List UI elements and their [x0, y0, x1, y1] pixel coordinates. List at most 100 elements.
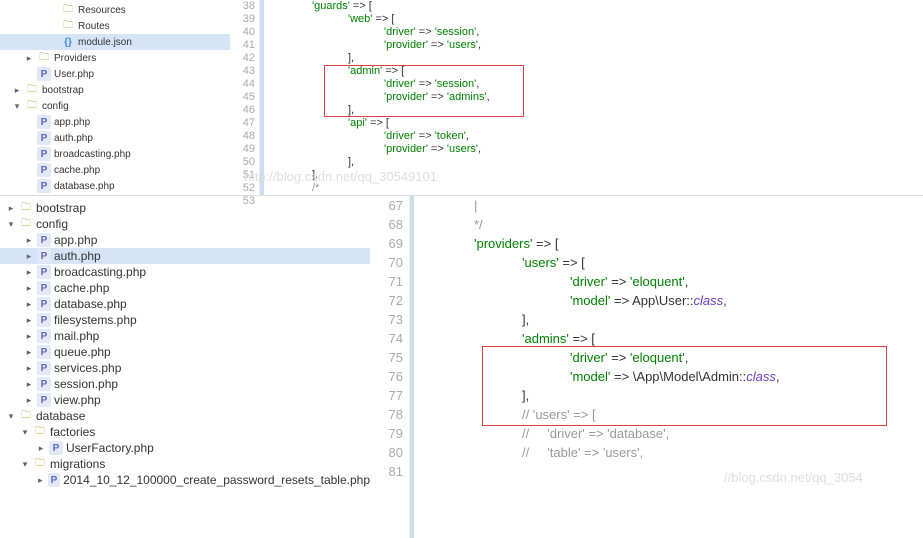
code-line[interactable]: 'provider' => 'users',: [276, 39, 923, 52]
tree-item[interactable]: ▾🗀config: [0, 216, 370, 232]
chevron-icon: ▸: [24, 283, 34, 294]
tree-item[interactable]: ▸Pdatabase.php: [0, 296, 370, 312]
line-number: 72: [376, 291, 403, 310]
tree-item[interactable]: 🗀Routes: [0, 18, 230, 34]
tree-item[interactable]: ▸🗀bootstrap: [0, 82, 230, 98]
code-line[interactable]: |: [426, 196, 923, 215]
tree-item[interactable]: ▾🗀config: [0, 98, 230, 114]
line-number: 80: [376, 443, 403, 462]
tree-item[interactable]: Pdatabase.php: [0, 178, 230, 194]
chevron-icon: ▸: [24, 363, 34, 374]
line-number: 39: [234, 13, 255, 26]
code-line[interactable]: 'driver' => 'eloquent',: [426, 272, 923, 291]
tree-item[interactable]: PUser.php: [0, 66, 230, 82]
line-number: 74: [376, 329, 403, 348]
tree-item-label: module.json: [78, 37, 132, 48]
chevron-icon: ▾: [6, 411, 16, 422]
tree-item[interactable]: ▾🗀factories: [0, 424, 370, 440]
editor-top[interactable]: 38394041424344454647484950515253 'guards…: [230, 0, 923, 195]
code-line[interactable]: 'driver' => 'session',: [276, 78, 923, 91]
code-line[interactable]: ],: [276, 104, 923, 117]
code-line[interactable]: 'api' => [: [276, 117, 923, 130]
tree-item[interactable]: ▸Pqueue.php: [0, 344, 370, 360]
gutter-bottom: 676869707172737475767778798081: [370, 196, 410, 538]
code-bottom[interactable]: |*/'providers' => ['users' => ['driver' …: [410, 196, 923, 538]
tree-item[interactable]: ▾🗀migrations: [0, 456, 370, 472]
tree-item[interactable]: Pauth.php: [0, 130, 230, 146]
php-file-icon: P: [37, 249, 51, 263]
line-number: 42: [234, 52, 255, 65]
code-line[interactable]: 'users' => [: [426, 253, 923, 272]
code-line[interactable]: 'model' => \App\Model\Admin::class,: [426, 367, 923, 386]
code-line[interactable]: ],: [276, 156, 923, 169]
code-line[interactable]: // 'users' => [: [426, 405, 923, 424]
tree-item[interactable]: ▸🗀bootstrap: [0, 200, 370, 216]
code-line[interactable]: 'providers' => [: [426, 234, 923, 253]
code-line[interactable]: */: [426, 215, 923, 234]
file-tree-bottom[interactable]: ▸🗀bootstrap▾🗀config▸Papp.php▸Pauth.php▸P…: [0, 196, 370, 538]
code-line[interactable]: 'model' => App\User::class,: [426, 291, 923, 310]
code-line[interactable]: ],: [276, 52, 923, 65]
code-line[interactable]: 'admins' => [: [426, 329, 923, 348]
line-number: 43: [234, 65, 255, 78]
tree-item[interactable]: ▸Pbroadcasting.php: [0, 264, 370, 280]
tree-item[interactable]: ▾🗀database: [0, 408, 370, 424]
php-file-icon: P: [37, 163, 51, 177]
tree-item[interactable]: Pcache.php: [0, 162, 230, 178]
code-line[interactable]: 'driver' => 'token',: [276, 130, 923, 143]
php-file-icon: P: [37, 67, 51, 81]
line-number: 45: [234, 91, 255, 104]
line-number: 53: [234, 195, 255, 208]
code-line[interactable]: 'guards' => [: [276, 0, 923, 13]
tree-item[interactable]: ▸Pview.php: [0, 392, 370, 408]
tree-item-label: app.php: [54, 233, 97, 247]
line-number: 75: [376, 348, 403, 367]
line-number: 79: [376, 424, 403, 443]
tree-item-label: queue.php: [54, 345, 111, 359]
line-number: 67: [376, 196, 403, 215]
tree-item-label: User.php: [54, 69, 94, 80]
code-line[interactable]: // 'driver' => 'database',: [426, 424, 923, 443]
code-line[interactable]: // 'table' => 'users',: [426, 443, 923, 462]
watermark: //blog.csdn.net/qq_3054: [724, 468, 863, 487]
tree-item[interactable]: 🗀Resources: [0, 2, 230, 18]
chevron-icon: ▸: [24, 347, 34, 358]
file-tree-top[interactable]: 🗀Resources🗀Routes{}module.json▸🗀Provider…: [0, 0, 230, 195]
code-line[interactable]: 'web' => [: [276, 13, 923, 26]
line-number: 44: [234, 78, 255, 91]
tree-item[interactable]: ▸Papp.php: [0, 232, 370, 248]
tree-item-label: broadcasting.php: [54, 149, 131, 160]
tree-item[interactable]: ▸Pcache.php: [0, 280, 370, 296]
code-line[interactable]: /*: [276, 182, 923, 195]
tree-item[interactable]: ▸🗀Providers: [0, 50, 230, 66]
code-line[interactable]: 'driver' => 'session',: [276, 26, 923, 39]
tree-item[interactable]: Pbroadcasting.php: [0, 146, 230, 162]
code-line[interactable]: ],: [276, 169, 923, 182]
folder-icon: 🗀: [25, 99, 39, 113]
folder-icon: 🗀: [19, 217, 33, 231]
tree-item[interactable]: ▸Pfilesystems.php: [0, 312, 370, 328]
tree-item-label: migrations: [50, 457, 105, 471]
code-line[interactable]: 'provider' => 'admins',: [276, 91, 923, 104]
tree-item[interactable]: ▸Pauth.php: [0, 248, 370, 264]
editor-bottom[interactable]: 676869707172737475767778798081 |*/'provi…: [370, 196, 923, 538]
tree-item[interactable]: ▸Pservices.php: [0, 360, 370, 376]
tree-item-label: UserFactory.php: [66, 441, 154, 455]
tree-item[interactable]: ▸P2014_10_12_100000_create_password_rese…: [0, 472, 370, 488]
code-line[interactable]: 'driver' => 'eloquent',: [426, 348, 923, 367]
chevron-icon: ▸: [6, 203, 16, 214]
code-line[interactable]: ],: [426, 310, 923, 329]
tree-item[interactable]: {}module.json: [0, 34, 230, 50]
tree-item[interactable]: ▸Psession.php: [0, 376, 370, 392]
tree-item[interactable]: ▸PUserFactory.php: [0, 440, 370, 456]
tree-item[interactable]: Pfilesystems.php: [0, 194, 230, 195]
php-file-icon: P: [37, 297, 51, 311]
code-top[interactable]: 'guards' => ['web' => ['driver' => 'sess…: [260, 0, 923, 195]
tree-item[interactable]: Papp.php: [0, 114, 230, 130]
code-line[interactable]: 'admin' => [: [276, 65, 923, 78]
code-line[interactable]: ],: [426, 386, 923, 405]
gutter-top: 38394041424344454647484950515253: [230, 0, 260, 195]
php-file-icon: P: [37, 393, 51, 407]
tree-item[interactable]: ▸Pmail.php: [0, 328, 370, 344]
code-line[interactable]: 'provider' => 'users',: [276, 143, 923, 156]
